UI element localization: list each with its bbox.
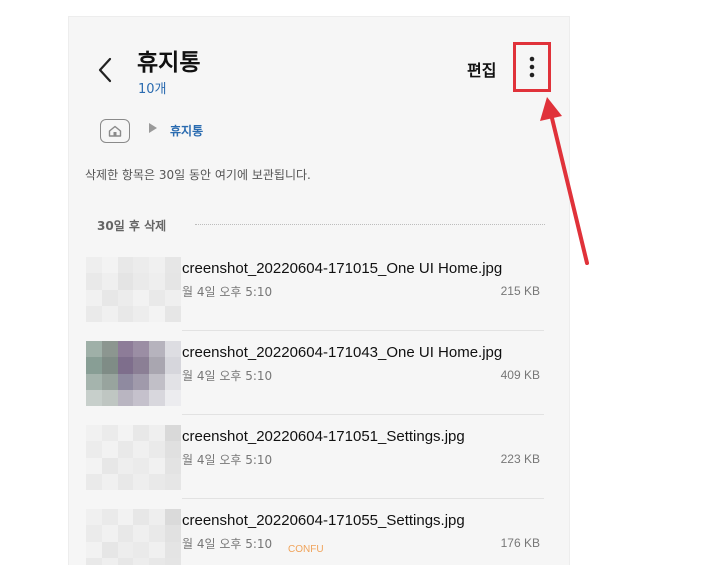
file-name: creenshot_20220604-171043_One UI Home.jp…: [182, 344, 503, 361]
chevron-left-icon: [98, 57, 112, 83]
more-options-button[interactable]: [513, 42, 551, 92]
file-thumbnail: [86, 257, 181, 322]
back-button[interactable]: [91, 55, 119, 85]
file-size: 223 KB: [500, 452, 540, 466]
file-row[interactable]: creenshot_20220604-171015_One UI Home.jp…: [69, 247, 569, 331]
breadcrumb-current[interactable]: 휴지통: [170, 122, 203, 139]
file-size: 215 KB: [500, 284, 540, 298]
file-row[interactable]: creenshot_20220604-171055_Settings.jpg 월…: [69, 499, 569, 565]
edit-button[interactable]: 편집: [467, 57, 496, 81]
more-vertical-icon: [529, 56, 535, 78]
item-count: 10개: [138, 82, 167, 97]
retention-notice: 삭제한 항목은 30일 동안 여기에 보관됩니다.: [85, 168, 311, 182]
page-title: 휴지통: [137, 50, 201, 76]
file-size: 176 KB: [500, 536, 540, 550]
file-thumbnail: [86, 509, 181, 565]
section-divider: [195, 224, 545, 225]
file-date: 월 4일 오후 5:10: [182, 453, 273, 467]
overlay-sticker: CONFU: [288, 544, 324, 555]
file-thumbnail: [86, 341, 181, 406]
section-title: 30일 후 삭제: [97, 219, 167, 233]
file-size: 409 KB: [500, 368, 540, 382]
file-name: creenshot_20220604-171055_Settings.jpg: [182, 512, 465, 529]
triangle-right-icon: [149, 123, 157, 133]
file-name: creenshot_20220604-171015_One UI Home.jp…: [182, 260, 503, 277]
file-thumbnail: [86, 425, 181, 490]
trash-screen: 휴지통 10개 편집 휴지통 삭제한 항목은 30일 동안 여기에 보관됩니다.…: [68, 16, 570, 565]
file-row[interactable]: creenshot_20220604-171051_Settings.jpg 월…: [69, 415, 569, 499]
file-date: 월 4일 오후 5:10: [182, 537, 273, 551]
home-folder-icon[interactable]: [100, 119, 130, 143]
file-date: 월 4일 오후 5:10: [182, 285, 273, 299]
file-name: creenshot_20220604-171051_Settings.jpg: [182, 428, 465, 445]
file-date: 월 4일 오후 5:10: [182, 369, 273, 383]
file-row[interactable]: creenshot_20220604-171043_One UI Home.jp…: [69, 331, 569, 415]
